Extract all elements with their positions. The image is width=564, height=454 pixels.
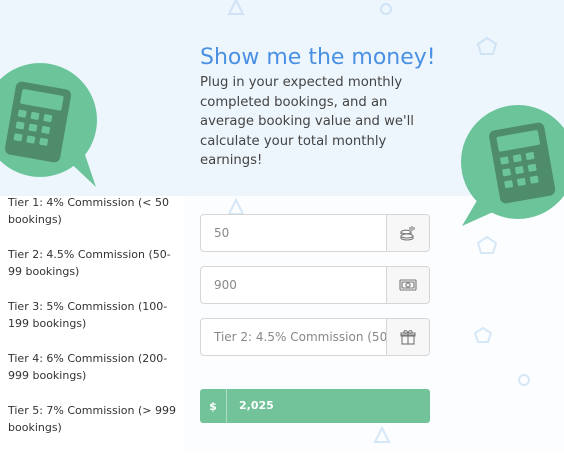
tier-item: Tier 1: 4% Commission (< 50 bookings): [8, 196, 169, 226]
pentagon-shape: [476, 235, 498, 254]
pentagon-shape: [476, 36, 498, 55]
currency-symbol: $: [200, 389, 227, 423]
triangle-shape: [227, 0, 245, 15]
earnings-result: $ 2,025: [200, 389, 430, 423]
calculator-bubble-left-icon: [0, 63, 97, 187]
bookings-field: [200, 214, 430, 252]
coins-stack-icon: [400, 226, 415, 241]
earnings-value: 2,025: [239, 399, 274, 412]
booking-value-input[interactable]: [201, 267, 387, 303]
bookings-addon: [386, 215, 429, 251]
banknote-icon: [399, 279, 417, 291]
tier-select[interactable]: [201, 319, 387, 355]
triangle-shape: [373, 425, 391, 443]
circle-shape: [518, 374, 530, 386]
tier-addon: [386, 319, 429, 355]
tier-item: Tier 5: 7% Commission (> 999 bookings): [8, 404, 176, 434]
tier-item: Tier 4: 6% Commission (200-999 bookings): [8, 352, 168, 382]
tier-item: Tier 2: 4.5% Commission (50-99 bookings): [8, 248, 171, 278]
tier-item: Tier 3: 5% Commission (100-199 bookings): [8, 300, 168, 330]
tier-list: Tier 1: 4% Commission (< 50 bookings) Ti…: [8, 194, 180, 454]
pentagon-shape: [473, 326, 493, 343]
page-title: Show me the money!: [200, 44, 436, 70]
calculator-bubble-right-icon: [461, 105, 564, 226]
tier-field: [200, 318, 430, 356]
circle-shape: [380, 3, 392, 15]
intro-text: Plug in your expected monthly completed …: [200, 75, 414, 168]
booking-value-field: [200, 266, 430, 304]
bookings-input[interactable]: [201, 215, 387, 251]
gift-icon: [400, 330, 416, 345]
triangle-shape: [227, 197, 245, 215]
booking-value-addon: [386, 267, 429, 303]
